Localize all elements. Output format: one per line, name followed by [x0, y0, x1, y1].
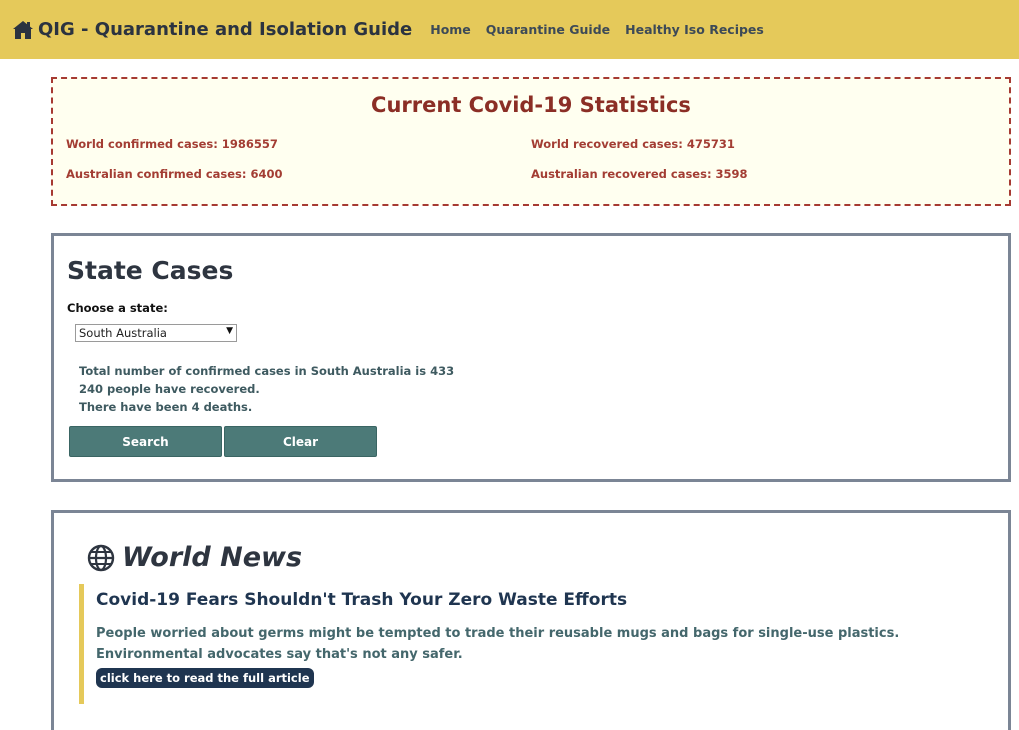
clear-button[interactable]: Clear [224, 426, 377, 457]
navbar: QIG - Quarantine and Isolation Guide Hom… [0, 0, 1019, 59]
news-article: Covid-19 Fears Shouldn't Trash Your Zero… [79, 584, 979, 704]
news-header: World News [87, 542, 302, 573]
state-select-value: South Australia [79, 326, 167, 340]
nav-link-healthy-iso-recipes[interactable]: Healthy Iso Recipes [625, 22, 764, 37]
state-select[interactable]: South Australia ▼ [75, 324, 237, 342]
state-select-label: Choose a state: [67, 301, 168, 315]
world-news-panel: World News Covid-19 Fears Shouldn't Tras… [51, 510, 1011, 730]
chevron-down-icon: ▼ [226, 326, 233, 336]
au-recovered-stat: Australian recovered cases: 3598 [531, 167, 748, 181]
read-article-button[interactable]: click here to read the full article [96, 668, 314, 688]
covid-stats-panel: Current Covid-19 Statistics World confir… [51, 77, 1011, 206]
state-confirmed-text: Total number of confirmed cases in South… [79, 364, 455, 378]
au-confirmed-stat: Australian confirmed cases: 6400 [66, 167, 283, 181]
globe-icon [87, 544, 115, 571]
state-recovered-text: 240 people have recovered. [79, 382, 260, 396]
nav-links: Home Quarantine Guide Healthy Iso Recipe… [421, 22, 770, 37]
news-title: World News [122, 542, 303, 573]
nav-link-home[interactable]: Home [430, 22, 471, 37]
world-confirmed-stat: World confirmed cases: 1986557 [66, 137, 278, 151]
brand[interactable]: QIG - Quarantine and Isolation Guide [12, 19, 412, 40]
state-deaths-text: There have been 4 deaths. [79, 400, 253, 414]
article-title: Covid-19 Fears Shouldn't Trash Your Zero… [96, 590, 628, 610]
stats-title: Current Covid-19 Statistics [371, 93, 691, 117]
nav-link-quarantine-guide[interactable]: Quarantine Guide [486, 22, 610, 37]
search-button[interactable]: Search [69, 426, 222, 457]
brand-title: QIG - Quarantine and Isolation Guide [38, 19, 413, 40]
state-cases-title: State Cases [67, 256, 234, 285]
home-icon [13, 20, 33, 39]
state-cases-panel: State Cases Choose a state: South Austra… [51, 233, 1011, 482]
article-description: People worried about germs might be temp… [96, 626, 900, 662]
world-recovered-stat: World recovered cases: 475731 [531, 137, 735, 151]
